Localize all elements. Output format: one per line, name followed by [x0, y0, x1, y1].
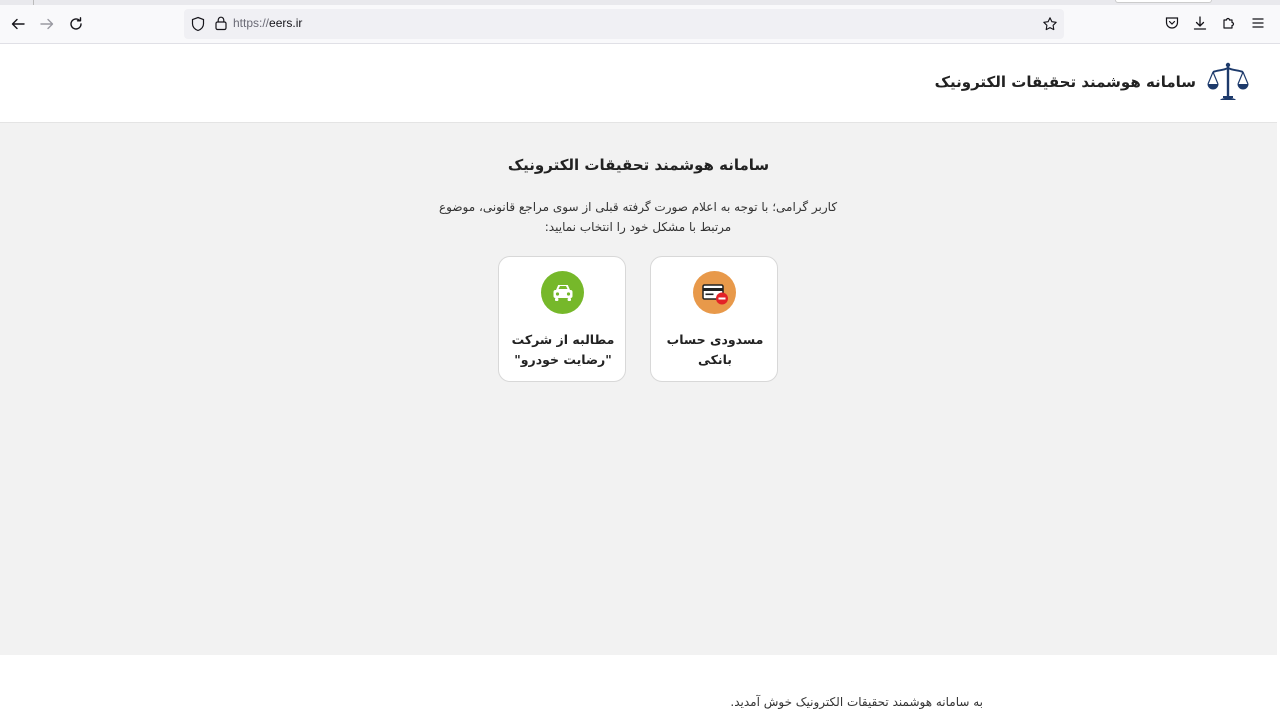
main-content: سامانه هوشمند تحقیقات الکترونیک کاربر گر… [0, 123, 1277, 655]
scales-of-justice-icon [1207, 62, 1249, 100]
active-tab[interactable] [1115, 0, 1212, 3]
bookmark-star-icon[interactable] [1042, 16, 1058, 32]
downloads-button[interactable] [1192, 15, 1208, 31]
reload-icon [70, 17, 82, 30]
arrow-right-icon [40, 18, 54, 30]
welcome-text: به سامانه هوشمند تحقیقات الکترونیک خوش آ… [730, 695, 983, 709]
address-bar[interactable]: https://eers.ir [184, 9, 1064, 39]
brand[interactable]: سامانه هوشمند تحقیقات الکترونیک [935, 60, 1250, 104]
tab-separator [33, 0, 34, 5]
page-title: سامانه هوشمند تحقیقات الکترونیک [507, 156, 770, 174]
pocket-button[interactable] [1164, 15, 1180, 31]
menu-button[interactable] [1250, 15, 1266, 31]
card-label: مسدودی حساب بانکی [666, 332, 764, 367]
download-icon [1193, 16, 1207, 30]
reload-button[interactable] [64, 12, 88, 36]
bank-account-block-card[interactable]: مسدودی حساب بانکی [650, 256, 778, 382]
brand-title: سامانه هوشمند تحقیقات الکترونیک [934, 73, 1196, 91]
hamburger-icon [1252, 18, 1264, 28]
blocked-card-icon [701, 283, 728, 304]
card-icon-circle [693, 271, 736, 314]
card-label: مطالبه از شرکت "رضایت خودرو" [511, 332, 615, 367]
footer: به سامانه هوشمند تحقیقات الکترونیک خوش آ… [0, 655, 1277, 720]
pocket-icon [1165, 17, 1179, 29]
url-protocol: https:// [233, 16, 270, 30]
puzzle-icon [1223, 17, 1235, 29]
back-button[interactable] [6, 12, 30, 36]
arrow-left-icon [11, 18, 25, 30]
shield-icon[interactable] [190, 16, 206, 32]
url-host: eers.ir [269, 16, 303, 30]
card-icon-circle [541, 271, 584, 314]
car-company-claim-card[interactable]: مطالبه از شرکت "رضایت خودرو" [498, 256, 626, 382]
url-text[interactable]: https://eers.ir [233, 16, 302, 30]
site-header: سامانه هوشمند تحقیقات الکترونیک [0, 44, 1277, 123]
extensions-button[interactable] [1221, 15, 1237, 31]
tab-strip [0, 0, 1280, 5]
intro-text: کاربر گرامی؛ با توجه به اعلام صورت گرفته… [438, 200, 838, 234]
lock-icon[interactable] [213, 15, 229, 31]
forward-button[interactable] [35, 12, 59, 36]
car-icon [553, 284, 572, 301]
browser-toolbar: https://eers.ir [0, 0, 1280, 44]
